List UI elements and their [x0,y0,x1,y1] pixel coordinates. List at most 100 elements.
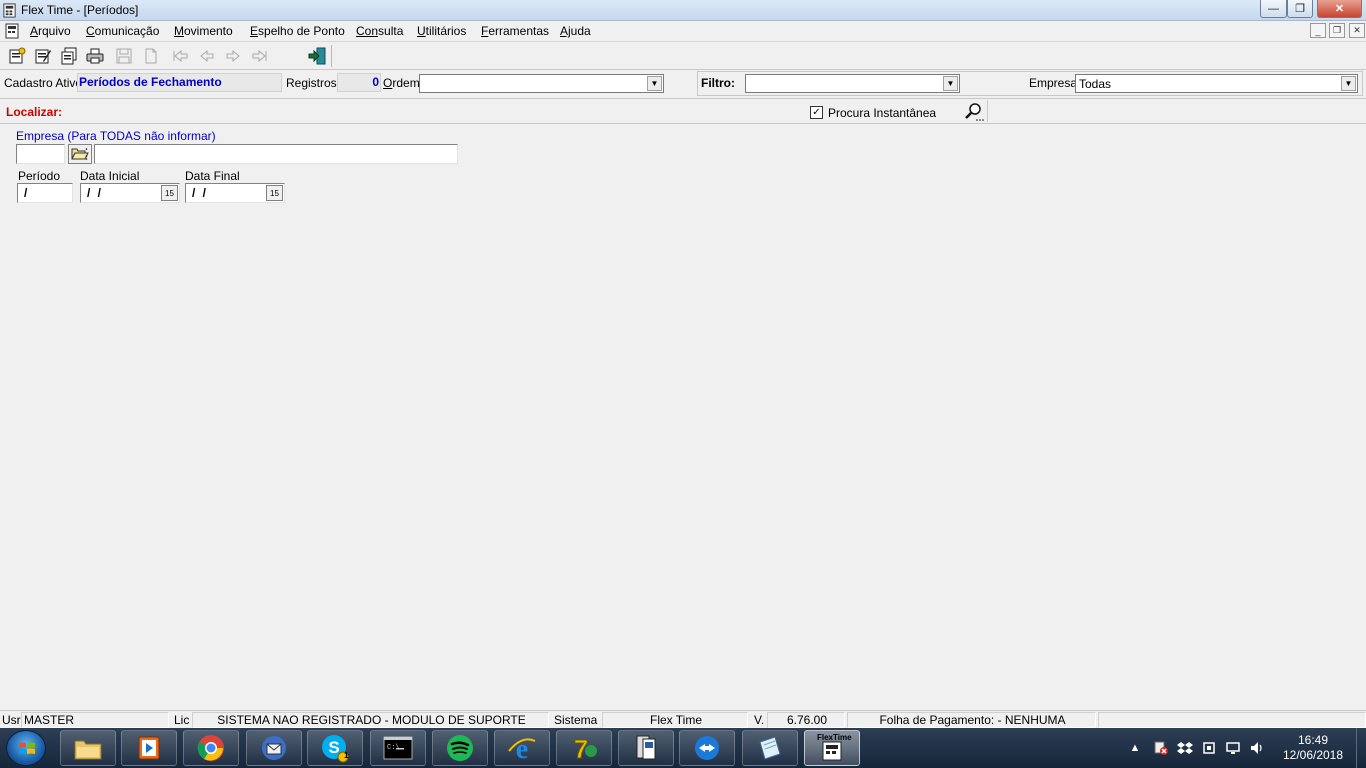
tray-volume[interactable] [1247,728,1267,768]
edit-record-button[interactable] [32,46,54,66]
sistema-value: Flex Time [649,713,702,727]
next-record-button[interactable] [222,46,244,66]
menu-arquivo[interactable]: Arquivo [30,24,71,38]
chevron-down-icon[interactable]: ▼ [943,76,958,91]
empresa-select[interactable]: Todas ▼ [1075,74,1358,93]
taskbar-thunderbird[interactable] [246,730,302,766]
notepad-icon [759,736,781,760]
menu-utilitarios[interactable]: Utilitários [417,24,466,38]
print-button[interactable] [84,46,106,66]
calendar-button[interactable]: 15 [161,185,178,201]
procura-instantanea-checkbox[interactable]: ✓ [810,106,823,119]
volume-icon [1251,742,1262,754]
usr-label: Usr [2,713,21,727]
close-button[interactable]: ✕ [1317,0,1362,18]
data-final-field[interactable]: / / 15 [185,183,285,203]
window-title: Flex Time - [Períodos] [21,3,139,17]
taskbar-flextime[interactable]: FlexTime [804,730,860,766]
save-icon [116,48,132,64]
chevron-up-icon: ▲ [1129,742,1141,754]
tray-usb[interactable] [1199,728,1219,768]
clock-date: 12/06/2018 [1282,748,1344,762]
previous-record-button[interactable] [196,46,218,66]
chevron-down-icon[interactable]: ▼ [647,76,662,91]
child-close-button[interactable]: ✕ [1349,23,1365,38]
taskbar-notepad[interactable] [742,730,798,766]
minimize-icon: _ [1315,25,1321,36]
show-hidden-icons-button[interactable]: ▲ [1128,728,1142,768]
taskbar-spotify[interactable] [432,730,488,766]
minimize-button[interactable]: — [1260,0,1287,18]
new-record-button[interactable] [6,46,28,66]
next-icon [226,49,240,63]
menu-movimento[interactable]: Movimento [174,24,233,38]
first-record-button[interactable] [170,46,192,66]
taskbar-internet-explorer[interactable]: e [494,730,550,766]
start-button[interactable] [6,730,46,766]
menu-consulta[interactable]: Consulta [356,24,403,38]
app-icon [3,3,16,18]
toolbar-separator [331,45,332,67]
periodo-value: / [24,186,30,200]
localizar-label[interactable]: Localizar: [6,105,62,119]
svg-text:e: e [516,734,528,763]
filtro-select[interactable]: ▼ [745,74,960,93]
calendar-button[interactable]: 15 [266,185,283,201]
copy-record-button[interactable] [58,46,80,66]
taskbar-explorer[interactable] [60,730,116,766]
ordem-select[interactable]: ▼ [419,74,664,93]
taskbar-7zip[interactable]: 7 [556,730,612,766]
show-desktop-button[interactable] [1356,728,1366,768]
explorer-icon [74,740,102,760]
lic-value: SISTEMA NAO REGISTRADO - MODULO DE SUPOR… [217,713,526,727]
tray-dropbox[interactable] [1175,728,1195,768]
empresa-field-label: Empresa (Para TODAS não informar) [16,129,216,143]
clock[interactable]: 16:49 12/06/2018 [1278,733,1348,763]
localizar-bar: Localizar: ✓ Procura Instantânea [0,98,1366,124]
taskbar-skype[interactable]: S 1 [307,730,363,766]
chevron-down-icon[interactable]: ▼ [1341,76,1356,91]
versao-value: 6.76.00 [786,713,828,727]
save-button[interactable] [113,46,135,66]
menu-espelho-de-ponto[interactable]: Espelho de Ponto [250,24,345,38]
periodo-field[interactable]: / [17,183,73,203]
child-minimize-button[interactable]: _ [1310,23,1326,38]
svg-text:S: S [328,738,339,757]
skype-badge: 1 [344,751,349,760]
taskbar-chrome[interactable] [183,730,239,766]
7zip-icon: 7 [573,734,597,763]
taskbar-teamviewer[interactable] [679,730,735,766]
edit-record-icon [35,49,51,64]
internet-explorer-icon: e [508,734,536,763]
menu-ajuda[interactable]: Ajuda [560,24,591,38]
empresa-code-field[interactable] [16,144,65,164]
restore-icon: ❐ [1295,3,1305,15]
previous-icon [200,49,214,63]
network-error-icon [1154,741,1168,755]
flag-icon [1226,742,1240,754]
last-record-button[interactable] [248,46,270,66]
exit-button[interactable] [305,46,329,66]
restore-button[interactable]: ❐ [1287,0,1313,18]
menu-comunicacao[interactable]: Comunicação [86,24,159,38]
tray-network-alert[interactable] [1151,728,1171,768]
calendar-icon: 15 [270,188,279,198]
cadastro-bar: Cadastro Ativo: Períodos de Fechamento R… [0,70,1366,97]
empresa-browse-button[interactable] [68,144,92,164]
tray-action-center[interactable] [1223,728,1243,768]
lic-label: Lic [174,713,190,727]
taskbar-media-player[interactable] [121,730,177,766]
delete-button[interactable] [139,46,161,66]
close-icon: ✕ [1353,25,1361,35]
menu-ferramentas[interactable]: Ferramentas [481,24,549,38]
child-restore-button[interactable]: ❐ [1329,23,1345,38]
registros-box: 0 [337,73,381,92]
empresa-name-field[interactable] [94,144,458,164]
search-button[interactable] [963,101,985,122]
taskbar-remote-desktop[interactable] [618,730,674,766]
taskbar-cmd[interactable]: C:\ [370,730,426,766]
ordem-label: Ordem: [383,76,424,90]
child-window-icon[interactable] [4,23,20,39]
data-inicial-field[interactable]: / / 15 [80,183,180,203]
dropbox-icon [1177,742,1193,754]
